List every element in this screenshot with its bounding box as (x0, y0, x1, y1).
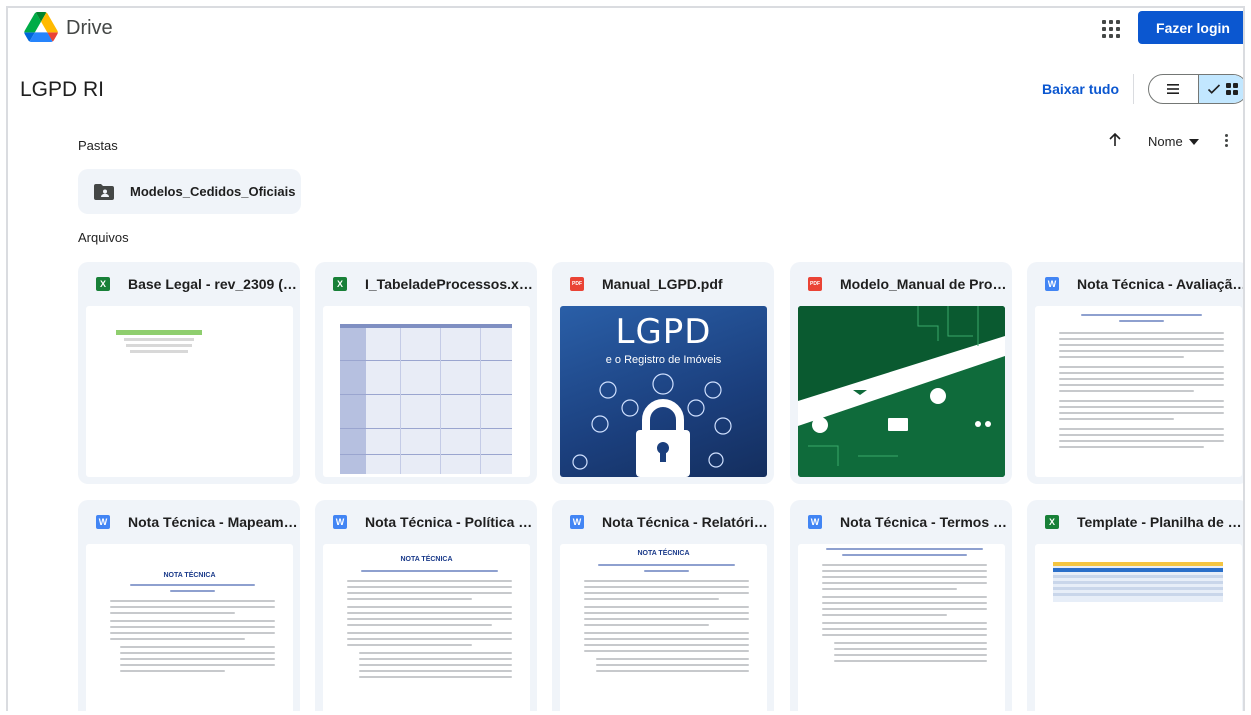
top-bar: Drive Fazer login (8, 8, 1243, 52)
file-name: Nota Técnica - Mapeame... (128, 514, 298, 530)
file-card[interactable]: PDF Modelo_Manual de Proc... (790, 262, 1012, 484)
file-card[interactable]: W Nota Técnica - Termos d... (790, 500, 1012, 711)
file-thumbnail (798, 306, 1005, 477)
brand-name: Drive (66, 17, 113, 39)
file-name: I_TabeladeProcessos.xlsx (365, 276, 535, 292)
file-thumbnail (1035, 306, 1242, 477)
download-all-button[interactable]: Baixar tudo (1042, 81, 1119, 97)
circuit-pattern-icon (798, 306, 1005, 477)
apps-grid-icon[interactable] (1100, 18, 1122, 40)
file-card[interactable]: W Nota Técnica - Mapeame... NOTA TÉCNICA (78, 500, 300, 711)
page-title: LGPD RI (20, 78, 105, 101)
file-card-header: X Base Legal - rev_2309 (1)... (78, 262, 300, 306)
sort-by-name-button[interactable]: Nome (1148, 134, 1199, 149)
file-thumbnail (798, 544, 1005, 711)
folder-item[interactable]: Modelos_Cedidos_Oficiais (78, 169, 301, 214)
login-button[interactable]: Fazer login (1138, 11, 1243, 44)
file-thumbnail: NOTA TÉCNICA (86, 544, 293, 711)
file-card-header: W Nota Técnica - Termos d... (790, 500, 1012, 544)
file-card-header: X I_TabeladeProcessos.xlsx (315, 262, 537, 306)
word-file-icon: W (1045, 277, 1059, 291)
sheets-file-icon: X (1045, 515, 1059, 529)
file-card[interactable]: X Base Legal - rev_2309 (1)... (78, 262, 300, 484)
file-thumbnail: NOTA TÉCNICA (323, 544, 530, 711)
caret-down-icon (1188, 138, 1199, 145)
shared-folder-icon (94, 183, 114, 200)
file-name: Manual_LGPD.pdf (602, 276, 723, 292)
file-thumbnail (1035, 544, 1242, 711)
folders-section-label: Pastas (78, 138, 118, 153)
file-card-header: PDF Manual_LGPD.pdf (552, 262, 774, 306)
list-icon (1167, 84, 1180, 94)
file-card-header: W Nota Técnica - Política In... (315, 500, 537, 544)
files-section-label: Arquivos (78, 230, 129, 245)
more-options-icon[interactable] (1225, 134, 1229, 147)
file-thumbnail (323, 306, 530, 477)
sort-direction-arrow-up-icon[interactable] (1108, 132, 1122, 148)
list-view-button[interactable] (1149, 75, 1198, 103)
padlock-icon (572, 373, 732, 477)
file-card-header: W Nota Técnica - Mapeame... (78, 500, 300, 544)
file-name: Nota Técnica - Termos d... (840, 514, 1010, 530)
thumb-title: LGPD (615, 312, 712, 352)
file-name: Nota Técnica - Política In... (365, 514, 535, 530)
file-name: Template - Planilha de M... (1077, 514, 1245, 530)
sort-label: Nome (1148, 134, 1183, 149)
folder-name: Modelos_Cedidos_Oficiais (130, 184, 296, 199)
drive-window: Drive Fazer login LGPD RI Baixar tudo Pa… (6, 6, 1245, 711)
word-file-icon: W (570, 515, 584, 529)
file-name: Nota Técnica - Relatório ... (602, 514, 772, 530)
file-card-header: W Nota Técnica - Avaliação... (1027, 262, 1245, 306)
file-thumbnail: LGPD e o Registro de Imóveis (560, 306, 767, 477)
thumb-doc-heading: NOTA TÉCNICA (163, 572, 216, 579)
file-card[interactable]: W Nota Técnica - Relatório ... NOTA TÉCN… (552, 500, 774, 711)
pdf-file-icon: PDF (808, 277, 822, 291)
thumb-doc-heading: NOTA TÉCNICA (637, 550, 690, 557)
file-card-header: PDF Modelo_Manual de Proc... (790, 262, 1012, 306)
file-thumbnail (86, 306, 293, 477)
thumb-subtitle: e o Registro de Imóveis (605, 354, 722, 366)
file-card[interactable]: PDF Manual_LGPD.pdf LGPD e o Registro de… (552, 262, 774, 484)
word-file-icon: W (333, 515, 347, 529)
grid-icon (1225, 83, 1238, 95)
thumb-doc-heading: NOTA TÉCNICA (400, 556, 453, 563)
sheets-file-icon: X (96, 277, 110, 291)
google-drive-logo-icon[interactable] (24, 12, 58, 42)
file-card-header: W Nota Técnica - Relatório ... (552, 500, 774, 544)
file-name: Nota Técnica - Avaliação... (1077, 276, 1245, 292)
file-name: Base Legal - rev_2309 (1)... (128, 276, 298, 292)
word-file-icon: W (96, 515, 110, 529)
file-card-header: X Template - Planilha de M... (1027, 500, 1245, 544)
file-card[interactable]: W Nota Técnica - Política In... NOTA TÉC… (315, 500, 537, 711)
view-toggle (1148, 74, 1243, 104)
toolbar-divider (1133, 74, 1134, 104)
file-name: Modelo_Manual de Proc... (840, 276, 1010, 292)
file-card[interactable]: X I_TabeladeProcessos.xlsx (315, 262, 537, 484)
pdf-file-icon: PDF (570, 277, 584, 291)
file-thumbnail: NOTA TÉCNICA (560, 544, 767, 711)
grid-view-button[interactable] (1197, 75, 1243, 103)
sheets-file-icon: X (333, 277, 347, 291)
word-file-icon: W (808, 515, 822, 529)
file-card[interactable]: X Template - Planilha de M... (1027, 500, 1245, 711)
file-card[interactable]: W Nota Técnica - Avaliação... (1027, 262, 1245, 484)
check-icon (1207, 84, 1221, 94)
